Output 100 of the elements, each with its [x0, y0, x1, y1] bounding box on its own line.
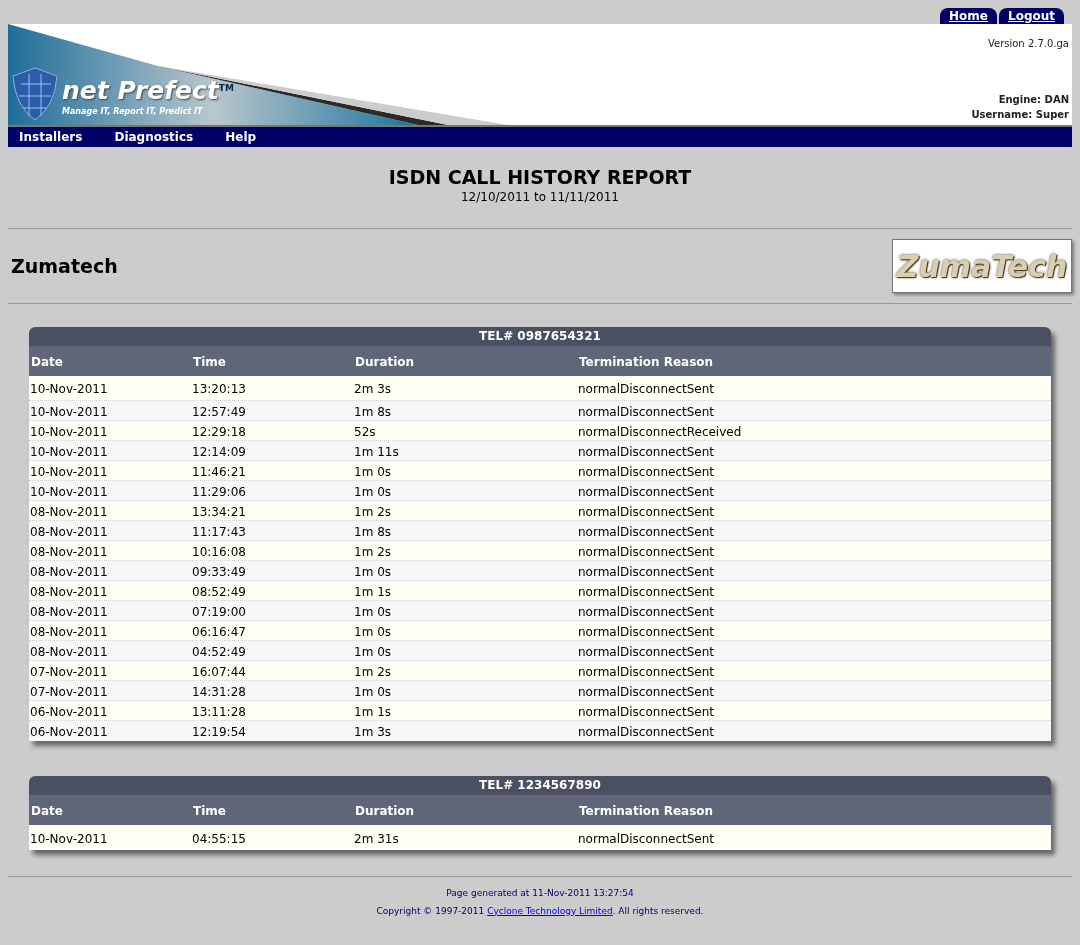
table-cell: 1m 0s [354, 464, 392, 479]
table-cell: 09:33:49 [192, 564, 246, 579]
table-cell: 1m 2s [354, 504, 392, 519]
table-cell: normalDisconnectSent [578, 544, 715, 559]
table-cell: 10-Nov-2011 [30, 831, 108, 846]
table-cell: normalDisconnectSent [578, 704, 715, 719]
table-cell: normalDisconnectSent [578, 444, 715, 459]
table-cell: 11:29:06 [192, 484, 246, 499]
company-logo: ZumaTech [892, 239, 1072, 293]
table-cell: 11:17:43 [192, 524, 246, 539]
table-cell: 07-Nov-2011 [30, 664, 108, 679]
table-cell: normalDisconnectSent [578, 382, 715, 396]
column-header: Duration [355, 355, 415, 369]
table-cell: 12:57:49 [192, 404, 246, 419]
table-cell: 13:20:13 [192, 382, 246, 396]
table-cell: 08-Nov-2011 [30, 584, 108, 599]
table-cell: 1m 8s [354, 404, 392, 419]
table-cell: 08-Nov-2011 [30, 544, 108, 559]
table-cell: 10-Nov-2011 [30, 404, 108, 419]
column-header: Date [31, 804, 63, 818]
table-cell: 08-Nov-2011 [30, 524, 108, 539]
header-tab-link[interactable]: Home [940, 8, 997, 24]
table-cell: 1m 0s [354, 644, 392, 659]
version-label: Version 2.7.0.ga [987, 37, 1069, 51]
table-cell: 1m 1s [354, 584, 392, 599]
table-cell: 12:19:54 [192, 725, 246, 739]
table-cell: 06:16:47 [192, 624, 246, 639]
company-link[interactable]: Cyclone Technology Limited [487, 905, 613, 916]
table-cell: 08-Nov-2011 [30, 624, 108, 639]
table-cell: normalDisconnectSent [578, 604, 715, 619]
table-cell: 04:55:15 [192, 831, 246, 846]
nav-link[interactable]: Help [225, 128, 257, 146]
date-range: 12/10/2011 to 11/11/2011 [461, 189, 619, 206]
table-cell: 12:29:18 [192, 424, 246, 439]
table-cell: normalDisconnectSent [578, 644, 715, 659]
trademark-mark: TM [218, 83, 234, 93]
table-cell: 10-Nov-2011 [30, 444, 108, 459]
column-header: Termination Reason [579, 355, 714, 369]
table-cell: 10:16:08 [192, 544, 246, 559]
table-cell: 08-Nov-2011 [30, 604, 108, 619]
table-cell: 08:52:49 [192, 584, 246, 599]
table-cell: 2m 3s [354, 382, 392, 396]
table-title: TEL# 0987654321 [29, 327, 1051, 346]
engine-label: Engine: DAN [998, 93, 1069, 107]
table-cell: 1m 0s [354, 604, 392, 619]
table-cell: 07-Nov-2011 [30, 684, 108, 699]
table-cell: normalDisconnectSent [578, 524, 715, 539]
table-cell: 07:19:00 [192, 604, 246, 619]
nav-link[interactable]: Installers [19, 128, 83, 146]
column-header: Time [193, 804, 226, 818]
table-cell: 1m 11s [354, 444, 399, 459]
table-cell: normalDisconnectSent [578, 725, 715, 739]
table-cell: 10-Nov-2011 [30, 464, 108, 479]
table-cell: 1m 0s [354, 684, 392, 699]
table-cell: 13:11:28 [192, 704, 246, 719]
table-cell: 1m 0s [354, 564, 392, 579]
table-cell: 1m 0s [354, 484, 392, 499]
column-header: Duration [355, 804, 415, 818]
table-cell: 1m 2s [354, 544, 392, 559]
table-cell: 06-Nov-2011 [30, 704, 108, 719]
table-cell: 04:52:49 [192, 644, 246, 659]
shield-globe-icon [11, 66, 59, 122]
table-cell: normalDisconnectSent [578, 831, 715, 846]
table-cell: 52s [354, 424, 376, 439]
table-cell: normalDisconnectSent [578, 684, 715, 699]
table-cell: 10-Nov-2011 [30, 484, 108, 499]
company-name: Zumatech [11, 253, 118, 279]
table-cell: normalDisconnectSent [578, 404, 715, 419]
column-header: Termination Reason [579, 804, 714, 818]
table-cell: 06-Nov-2011 [30, 725, 108, 739]
table-title: TEL# 1234567890 [29, 776, 1051, 795]
header-tab-link[interactable]: Logout [999, 8, 1064, 24]
report-title: ISDN CALL HISTORY REPORT [388, 166, 692, 188]
column-header: Date [31, 355, 63, 369]
table-cell: 12:14:09 [192, 444, 246, 459]
table-cell: normalDisconnectSent [578, 564, 715, 579]
table-cell: 2m 31s [354, 831, 399, 846]
table-cell: 08-Nov-2011 [30, 504, 108, 519]
table-cell: normalDisconnectSent [578, 464, 715, 479]
generated-timestamp: Page generated at 11-Nov-2011 13:27:54 [446, 887, 634, 900]
table-cell: 1m 3s [354, 725, 392, 739]
table-cell: 08-Nov-2011 [30, 644, 108, 659]
table-cell: normalDisconnectSent [578, 484, 715, 499]
table-cell: normalDisconnectSent [578, 624, 715, 639]
table-cell: normalDisconnectSent [578, 504, 715, 519]
table-cell: 10-Nov-2011 [30, 382, 108, 396]
table-cell: 08-Nov-2011 [30, 564, 108, 579]
table-cell: normalDisconnectReceived [578, 424, 742, 439]
logo-wordmark: net Prefect [62, 76, 219, 106]
table-cell: 1m 0s [354, 624, 392, 639]
nav-link[interactable]: Diagnostics [114, 128, 194, 146]
table-cell: 1m 8s [354, 524, 392, 539]
copyright-text: Copyright © 1997-2011 Cyclone Technology Limited. All rights reserved. [376, 904, 704, 918]
table-cell: 10-Nov-2011 [30, 424, 108, 439]
table-cell: 11:46:21 [192, 464, 246, 479]
table-cell: 13:34:21 [192, 504, 246, 519]
table-cell: normalDisconnectSent [578, 584, 715, 599]
column-header: Time [193, 355, 226, 369]
table-cell: 14:31:28 [192, 684, 246, 699]
table-cell: 16:07:44 [192, 664, 246, 679]
